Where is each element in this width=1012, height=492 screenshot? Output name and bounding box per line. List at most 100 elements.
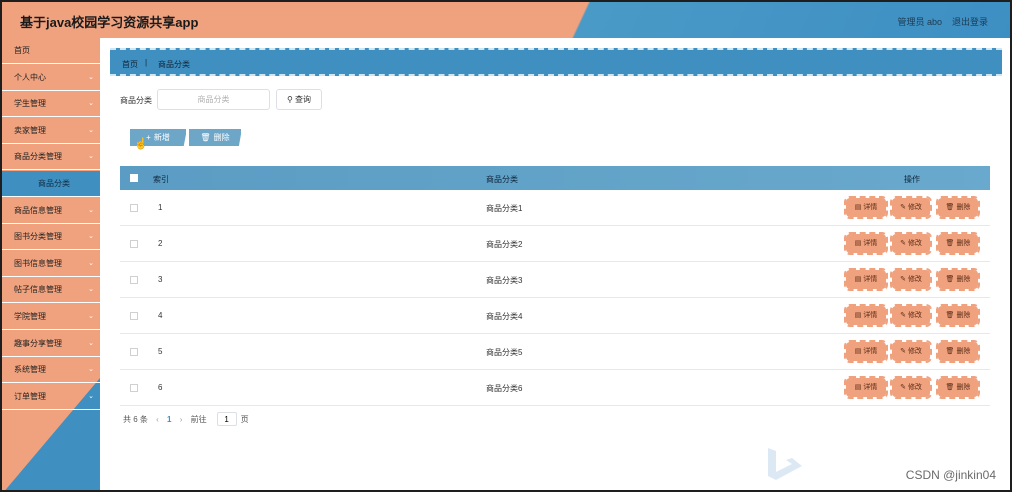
trash-icon: 🗑	[945, 276, 955, 283]
edit-button[interactable]: ✎ 修改	[890, 232, 932, 255]
edit-button[interactable]: ✎ 修改	[890, 268, 932, 291]
sidebar-item-9[interactable]: 帖子信息管理 ⌄	[2, 277, 100, 304]
row-category: 商品分类2	[486, 240, 523, 249]
delete-label: 删除	[956, 312, 971, 319]
sidebar-item-7[interactable]: 图书分类管理 ⌄	[2, 224, 100, 251]
category-search-input[interactable]	[157, 89, 270, 110]
document-icon: ▤	[854, 204, 862, 211]
sidebar-item-2[interactable]: 学生管理 ⌄	[2, 91, 100, 118]
row-category: 商品分类3	[486, 276, 523, 285]
page-unit: 页	[240, 414, 249, 424]
add-button-label: 新增	[153, 133, 170, 142]
bulk-delete-button[interactable]: 🗑 删除	[189, 129, 241, 146]
current-user: 管理员 abo	[897, 17, 942, 27]
sidebar-item-3[interactable]: 卖家管理 ⌄	[2, 118, 100, 144]
delete-button[interactable]: 🗑 删除	[936, 376, 980, 399]
detail-label: 详情	[863, 276, 878, 283]
trash-icon: 🗑	[945, 240, 955, 247]
app-window: 基于java校园学习资源共享app 管理员 abo 退出登录 首页 个人中心 ⌄ 学生…	[0, 0, 1012, 492]
delete-label: 删除	[956, 276, 971, 283]
sidebar-item-label: 学生管理	[14, 99, 46, 109]
search-button-label: 查询	[295, 95, 312, 104]
sidebar-item-label: 卖家管理	[14, 125, 46, 135]
document-icon: ▤	[854, 240, 862, 247]
sidebar-item-5[interactable]: 商品分类	[2, 171, 100, 197]
delete-button[interactable]: 🗑 删除	[936, 232, 980, 255]
sidebar-item-1[interactable]: 个人中心 ⌄	[2, 65, 100, 91]
sidebar-item-6[interactable]: 商品信息管理 ⌄	[2, 198, 100, 224]
row-checkbox[interactable]	[130, 204, 138, 212]
select-all-checkbox[interactable]	[130, 174, 138, 182]
row-checkbox[interactable]	[130, 312, 138, 320]
logout-link[interactable]: 退出登录	[952, 15, 988, 28]
chevron-down-icon: ⌄	[88, 313, 94, 320]
sidebar-item-label: 订单管理	[14, 391, 46, 401]
pencil-icon: ✎	[900, 240, 906, 247]
watermark: CSDN @jinkin04	[905, 468, 996, 482]
next-page-button[interactable]: ›	[180, 415, 183, 424]
row-index: 3	[158, 275, 163, 284]
prev-page-button[interactable]: ‹	[156, 415, 159, 424]
edit-label: 修改	[907, 348, 922, 355]
sidebar-item-10[interactable]: 学院管理 ⌄	[2, 304, 100, 330]
detail-label: 详情	[863, 348, 878, 355]
edit-button[interactable]: ✎ 修改	[890, 304, 932, 327]
row-checkbox[interactable]	[130, 276, 138, 284]
pencil-icon: ✎	[900, 276, 906, 283]
trash-icon: 🗑	[945, 312, 955, 319]
trash-icon: 🗑	[200, 133, 211, 142]
search-button[interactable]: ⚲ 查询	[276, 89, 322, 110]
breadcrumb-home[interactable]: 首页	[122, 59, 138, 70]
row-checkbox[interactable]	[130, 348, 138, 356]
delete-button[interactable]: 🗑 删除	[936, 304, 980, 327]
table-row: 3 商品分类3 ▤ 详情 ✎ 修改 🗑 删除	[120, 262, 990, 298]
edit-button[interactable]: ✎ 修改	[890, 376, 932, 399]
chevron-down-icon: ⌄	[88, 366, 94, 374]
edit-label: 修改	[907, 240, 922, 247]
document-icon: ▤	[854, 312, 862, 319]
sidebar: 首页 个人中心 ⌄ 学生管理 ⌄ 卖家管理 ⌄ 商品分类管理 ⌄ 商品分类 商品信息管理 ⌄ 图书分类管…	[2, 38, 100, 490]
sidebar-item-label: 商品分类管理	[14, 152, 62, 162]
edit-label: 修改	[907, 204, 922, 211]
sidebar-item-11[interactable]: 趣事分享管理 ⌄	[2, 331, 100, 357]
detail-button[interactable]: ▤ 详情	[844, 196, 888, 219]
current-page[interactable]: 1	[167, 415, 171, 424]
delete-label: 删除	[956, 384, 971, 391]
delete-button[interactable]: 🗑 删除	[936, 196, 980, 219]
detail-button[interactable]: ▤ 详情	[844, 268, 888, 291]
row-checkbox[interactable]	[130, 384, 138, 392]
detail-button[interactable]: ▤ 详情	[844, 376, 888, 399]
sidebar-item-13[interactable]: 订单管理 ⌄	[2, 384, 100, 410]
sidebar-item-label: 学院管理	[14, 312, 46, 321]
row-category: 商品分类1	[486, 204, 523, 213]
pencil-icon: ✎	[900, 384, 906, 391]
detail-button[interactable]: ▤ 详情	[844, 340, 888, 363]
sidebar-item-label: 商品信息管理	[14, 205, 62, 215]
table-header: 索引 商品分类 操作	[120, 166, 990, 190]
bing-logo-icon	[768, 448, 802, 480]
goto-label: 前往	[190, 414, 207, 424]
goto-page-input[interactable]	[216, 412, 237, 426]
edit-label: 修改	[907, 384, 922, 391]
sidebar-item-label: 图书分类管理	[14, 232, 62, 242]
row-index: 5	[158, 347, 163, 356]
detail-button[interactable]: ▤ 详情	[844, 304, 888, 327]
sidebar-item-12[interactable]: 系统管理 ⌄	[2, 357, 100, 384]
sidebar-item-label: 系统管理	[14, 365, 46, 375]
table-row: 6 商品分类6 ▤ 详情 ✎ 修改 🗑 删除	[120, 370, 990, 406]
sidebar-item-0[interactable]: 首页	[2, 38, 100, 64]
row-category: 商品分类4	[486, 312, 523, 321]
delete-label: 删除	[956, 348, 971, 355]
delete-button[interactable]: 🗑 删除	[936, 340, 980, 363]
top-header: 基于java校园学习资源共享app 管理员 abo 退出登录	[2, 2, 1010, 38]
delete-button[interactable]: 🗑 删除	[936, 268, 980, 291]
main-content: 首页 | 商品分类 商品分类 ⚲ 查询 +新增 🗑删除 ☝ 索引 商品分类 操作…	[100, 38, 1010, 490]
sidebar-item-4[interactable]: 商品分类管理 ⌄	[2, 144, 100, 171]
chevron-down-icon: ⌄	[88, 126, 94, 134]
detail-button[interactable]: ▤ 详情	[844, 232, 888, 255]
edit-label: 修改	[907, 312, 922, 319]
sidebar-item-8[interactable]: 图书信息管理 ⌄	[2, 251, 100, 277]
row-checkbox[interactable]	[130, 240, 138, 248]
edit-button[interactable]: ✎ 修改	[890, 340, 932, 363]
edit-button[interactable]: ✎ 修改	[890, 196, 932, 219]
